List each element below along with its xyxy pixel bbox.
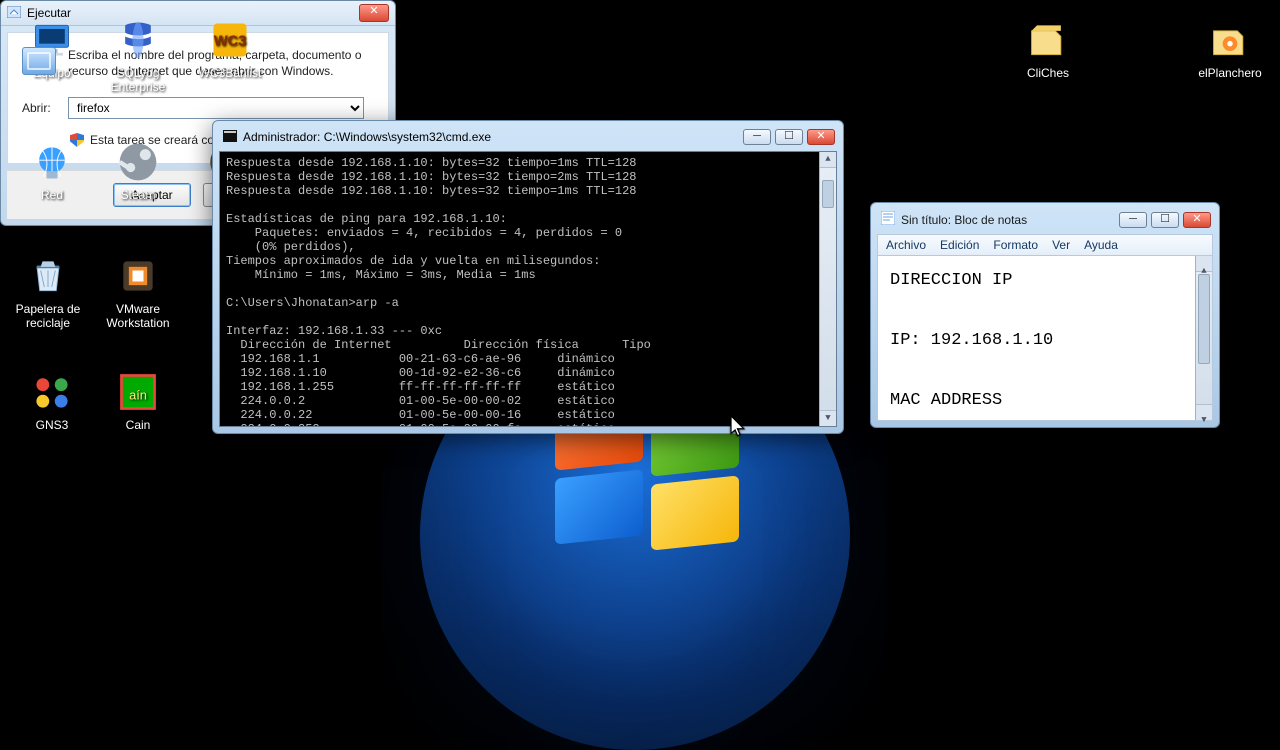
notepad-menu-formato[interactable]: Formato [993, 238, 1038, 252]
desktop-icon-label: Papelera de reciclaje [6, 302, 90, 330]
desktop-icon-vmware[interactable]: VMware Workstation [96, 254, 180, 330]
wc3banlist-icon: WC3 [208, 18, 252, 62]
close-button[interactable]: ✕ [359, 4, 389, 22]
desktop-icon-cliches[interactable]: CliChes [1006, 18, 1090, 80]
desktop-icon-label: Red [10, 188, 94, 202]
desktop-icon-label: VMware Workstation [96, 302, 180, 330]
notepad-content: DIRECCION IP IP: 192.168.1.10 MAC ADDRES… [890, 266, 1200, 476]
notepad-icon [881, 211, 895, 228]
notepad-titlebar[interactable]: Sin título: Bloc de notas ─ ☐ ✕ [877, 209, 1213, 234]
notepad-title: Sin título: Bloc de notas [901, 213, 1027, 227]
steam-icon [116, 140, 160, 184]
minimize-button[interactable]: ─ [743, 129, 771, 145]
desktop-icon-label: elPlanchero [1188, 66, 1272, 80]
notepad-menu-archivo[interactable]: Archivo [886, 238, 926, 252]
maximize-button[interactable]: ☐ [1151, 212, 1179, 228]
desktop-icon-label: WC3Banlist [188, 66, 272, 80]
gns3-icon [30, 370, 74, 414]
cmd-text: Respuesta desde 192.168.1.10: bytes=32 t… [226, 156, 651, 427]
notepad-menu-ver[interactable]: Ver [1052, 238, 1070, 252]
vmware-icon [116, 254, 160, 298]
desktop-icon-label: Steam [96, 188, 180, 202]
scroll-thumb[interactable] [822, 180, 834, 208]
cliches-icon [1026, 18, 1070, 62]
notepad-textarea[interactable]: DIRECCION IP IP: 192.168.1.10 MAC ADDRES… [877, 255, 1213, 421]
desktop-icon-label: SQLyog Enterprise [96, 66, 180, 94]
cmd-output[interactable]: Respuesta desde 192.168.1.10: bytes=32 t… [219, 151, 837, 427]
desktop-icon-label: CliChes [1006, 66, 1090, 80]
scroll-down-icon[interactable]: ▼ [820, 410, 836, 426]
desktop-icon-gns3[interactable]: GNS3 [10, 370, 94, 432]
run-open-label: Abrir: [22, 101, 56, 115]
maximize-button[interactable]: ☐ [775, 129, 803, 145]
notepad-menu-edición[interactable]: Edición [940, 238, 979, 252]
run-program-icon [22, 47, 56, 75]
cmd-title: Administrador: C:\Windows\system32\cmd.e… [243, 130, 491, 144]
papelera-icon [26, 254, 70, 298]
scroll-thumb[interactable] [1198, 274, 1210, 364]
minimize-button[interactable]: ─ [1119, 212, 1147, 228]
svg-text:aín: aín [129, 387, 147, 402]
desktop-icon-label: Cain [96, 418, 180, 432]
cain-icon: aín [116, 370, 160, 414]
desktop-icon-label: GNS3 [10, 418, 94, 432]
run-open-input[interactable]: firefox [68, 97, 364, 119]
red-icon [30, 140, 74, 184]
notepad-menu-ayuda[interactable]: Ayuda [1084, 238, 1118, 252]
desktop-icon-sqlyog[interactable]: SQLyog Enterprise [96, 18, 180, 94]
desktop-icon-steam[interactable]: Steam [96, 140, 180, 202]
desktop-icon-red[interactable]: Red [10, 140, 94, 202]
notepad-menubar[interactable]: Archivo Edición Formato Ver Ayuda [877, 234, 1213, 255]
desktop-icon-papelera[interactable]: Papelera de reciclaje [6, 254, 90, 330]
notepad-scrollbar[interactable]: ▲▼ [1195, 256, 1212, 420]
notepad-window[interactable]: Sin título: Bloc de notas ─ ☐ ✕ Archivo E… [870, 202, 1220, 428]
cmd-icon [223, 130, 237, 145]
close-button[interactable]: ✕ [1183, 212, 1211, 228]
scroll-up-icon[interactable]: ▲ [820, 152, 836, 168]
cmd-scrollbar[interactable]: ▲▼ [819, 152, 836, 426]
desktop-icon-cain[interactable]: aín Cain [96, 370, 180, 432]
scroll-up-icon[interactable]: ▲ [1196, 256, 1212, 272]
cmd-titlebar[interactable]: Administrador: C:\Windows\system32\cmd.e… [219, 127, 837, 151]
cmd-window[interactable]: Administrador: C:\Windows\system32\cmd.e… [212, 120, 844, 434]
desktop-icon-wc3banlist[interactable]: WC3 WC3Banlist [188, 18, 272, 80]
svg-text:WC3: WC3 [214, 34, 247, 50]
scroll-down-icon[interactable]: ▼ [1196, 404, 1212, 420]
close-button[interactable]: ✕ [807, 129, 835, 145]
elplanchero-icon [1208, 18, 1252, 62]
desktop-icon-elplanchero[interactable]: elPlanchero [1188, 18, 1272, 80]
sqlyog-icon [116, 18, 160, 62]
